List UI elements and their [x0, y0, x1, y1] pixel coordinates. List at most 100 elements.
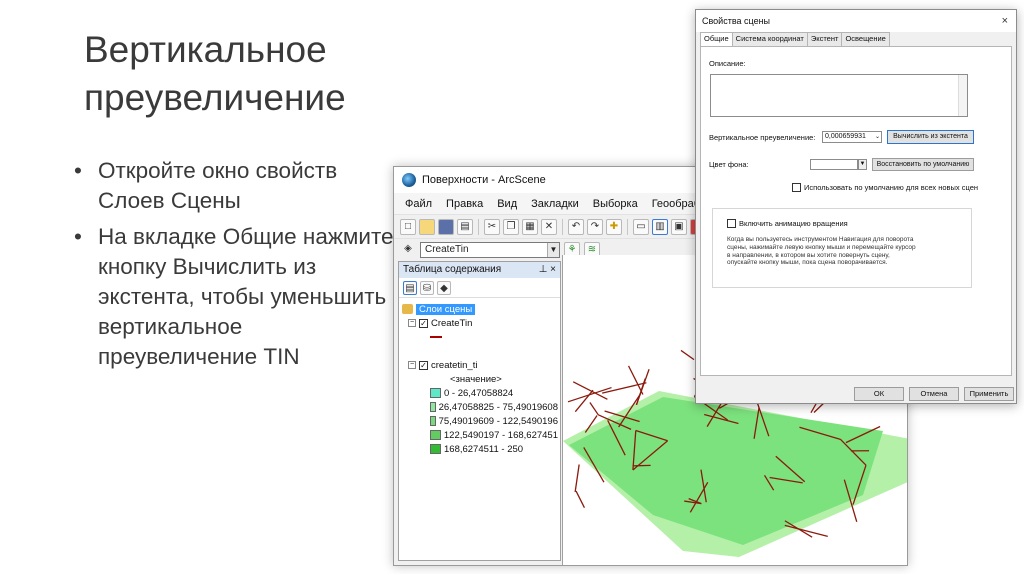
menu-edit[interactable]: Правка — [439, 198, 490, 210]
toc-field-row: <значение> — [402, 372, 558, 386]
redo-icon[interactable]: ↷ — [587, 218, 603, 235]
legend-label: 122,5490197 - 168,627451 — [443, 429, 558, 441]
layers-stack-icon — [402, 304, 413, 314]
collapse-icon[interactable]: − — [408, 319, 416, 327]
use-default-option[interactable]: Использовать по умолчанию для всех новых… — [792, 183, 978, 192]
print-icon[interactable]: ▤ — [457, 218, 473, 235]
close-icon[interactable]: × — [1002, 10, 1008, 32]
tab-illumination[interactable]: Освещение — [841, 32, 890, 46]
menu-bookmarks[interactable]: Закладки — [524, 198, 586, 210]
toc-root-row[interactable]: Слои сцены — [402, 302, 558, 316]
toc-spacer — [402, 344, 558, 358]
toc-layer-row[interactable]: − ✓ createtin_ti — [402, 358, 558, 372]
layer-name: CreateTin — [431, 317, 473, 329]
dialog-tabs: Общие Система координат Экстент Освещени… — [696, 32, 1016, 47]
chevron-down-icon[interactable]: ▼ — [858, 159, 867, 170]
tab-general[interactable]: Общие — [700, 32, 733, 47]
background-color-label: Цвет фона: — [709, 160, 749, 169]
table-of-contents-icon[interactable]: ▥ — [652, 218, 668, 235]
paste-icon[interactable]: ▦ — [522, 218, 538, 235]
class-legend: 0 - 26,47058824 26,47058825 - 75,49019608… — [402, 386, 558, 456]
list-by-drawing-order-icon[interactable]: ▤ — [403, 280, 417, 295]
slide-title: Вертикальное преувеличение — [84, 29, 346, 118]
layer-visibility-checkbox[interactable]: ✓ — [419, 360, 428, 370]
legend-label: 75,49019609 - 122,5490196 — [438, 415, 558, 427]
catalog-icon[interactable]: ▣ — [671, 218, 687, 235]
layer-select[interactable]: CreateTin ▼ — [420, 241, 560, 258]
bullet-text: Откройте окно свойств Слоев Сцены — [98, 158, 338, 213]
toc-symbol-row — [402, 330, 558, 344]
scene-properties-icon[interactable]: ▭ — [633, 218, 649, 235]
toolbar-separator — [627, 218, 628, 235]
legend-class-row[interactable]: 168,6274511 - 250 — [402, 442, 558, 456]
menu-view[interactable]: Вид — [490, 198, 524, 210]
copy-icon[interactable]: ❐ — [503, 218, 519, 235]
calculate-from-extent-button[interactable]: Вычислить из экстента — [887, 130, 974, 144]
background-color-swatch[interactable] — [810, 159, 858, 170]
toc-header: Таблица содержания ⊥ × — [399, 262, 560, 278]
bullet-item: • Откройте окно свойств Слоев Сцены — [74, 156, 404, 216]
toolbar-separator — [478, 218, 479, 235]
layer-select-value: CreateTin — [425, 244, 469, 255]
enable-rotation-option[interactable]: Включить анимацию вращения — [727, 219, 848, 228]
new-document-icon[interactable]: □ — [400, 218, 416, 235]
legend-class-row[interactable]: 0 - 26,47058824 — [402, 386, 558, 400]
legend-swatch[interactable] — [430, 388, 441, 398]
add-data-icon[interactable]: ✚ — [606, 218, 622, 235]
tin-edge — [574, 464, 580, 493]
menu-selection[interactable]: Выборка — [586, 198, 645, 210]
legend-swatch[interactable] — [430, 416, 436, 426]
bullet-item: • На вкладке Общие нажмите кнопку Вычисли… — [74, 222, 404, 372]
textarea-scrollbar[interactable] — [958, 75, 967, 116]
list-by-visibility-icon[interactable]: ◆ — [437, 280, 451, 295]
legend-label: 168,6274511 - 250 — [444, 443, 524, 455]
toc-layer-row[interactable]: − ✓ CreateTin — [402, 316, 558, 330]
list-by-source-icon[interactable]: ⛁ — [420, 280, 434, 295]
collapse-icon[interactable]: − — [408, 361, 416, 369]
tab-extent[interactable]: Экстент — [806, 32, 843, 46]
menu-file[interactable]: Файл — [398, 198, 439, 210]
legend-class-row[interactable]: 75,49019609 - 122,5490196 — [402, 414, 558, 428]
layer-icon: ◈ — [404, 242, 412, 254]
arcscene-title: Поверхности - ArcScene — [422, 174, 546, 186]
tin-edge — [680, 349, 695, 361]
chevron-down-icon[interactable]: ▼ — [547, 242, 559, 257]
legend-class-row[interactable]: 122,5490197 - 168,627451 — [402, 428, 558, 442]
vertical-exaggeration-combo[interactable]: 0,000659931 ⌄ — [822, 131, 882, 143]
use-default-label: Использовать по умолчанию для всех новых… — [804, 183, 979, 192]
chevron-down-icon[interactable]: ⌄ — [875, 132, 880, 142]
layer-name: createtin_ti — [431, 359, 478, 371]
general-tab-panel: Описание: Вертикальное преувеличение: 0,… — [700, 46, 1012, 376]
scene-properties-dialog: Свойства сцены × Общие Система координат… — [695, 9, 1017, 404]
bullet-text: На вкладке Общие нажмите кнопку Вычислит… — [98, 224, 394, 369]
use-default-checkbox[interactable] — [792, 183, 801, 192]
scene-layers-label: Слои сцены — [416, 303, 476, 315]
dialog-titlebar[interactable]: Свойства сцены × — [696, 10, 1016, 32]
cancel-button[interactable]: Отмена — [909, 387, 959, 401]
save-icon[interactable] — [438, 218, 454, 235]
bullet-dot: • — [74, 224, 82, 249]
layer-visibility-checkbox[interactable]: ✓ — [419, 318, 428, 328]
toc-title: Таблица содержания — [403, 264, 502, 275]
legend-swatch[interactable] — [430, 402, 436, 412]
dialog-title: Свойства сцены — [702, 16, 771, 26]
rotation-description: Когда вы пользуетесь инструментом Навига… — [727, 236, 916, 267]
undo-icon[interactable]: ↶ — [568, 218, 584, 235]
open-folder-icon[interactable] — [419, 218, 435, 235]
apply-button[interactable]: Применить — [964, 387, 1014, 401]
cut-icon[interactable]: ✂ — [484, 218, 500, 235]
tin-edge — [627, 365, 644, 395]
legend-swatch[interactable] — [430, 444, 441, 454]
toc-pin-close-icons[interactable]: ⊥ × — [539, 262, 556, 278]
description-textarea[interactable] — [710, 74, 968, 117]
restore-default-button[interactable]: Восстановить по умолчанию — [872, 158, 974, 171]
tin-edge — [574, 389, 594, 413]
legend-swatch[interactable] — [430, 430, 441, 440]
ok-button[interactable]: ОК — [854, 387, 904, 401]
legend-class-row[interactable]: 26,47058825 - 75,49019608 — [402, 400, 558, 414]
enable-rotation-checkbox[interactable] — [727, 219, 736, 228]
bullet-dot: • — [74, 158, 82, 183]
delete-icon[interactable]: ✕ — [541, 218, 557, 235]
tab-coordinate-system[interactable]: Система координат — [731, 32, 808, 46]
description-label: Описание: — [709, 59, 746, 68]
